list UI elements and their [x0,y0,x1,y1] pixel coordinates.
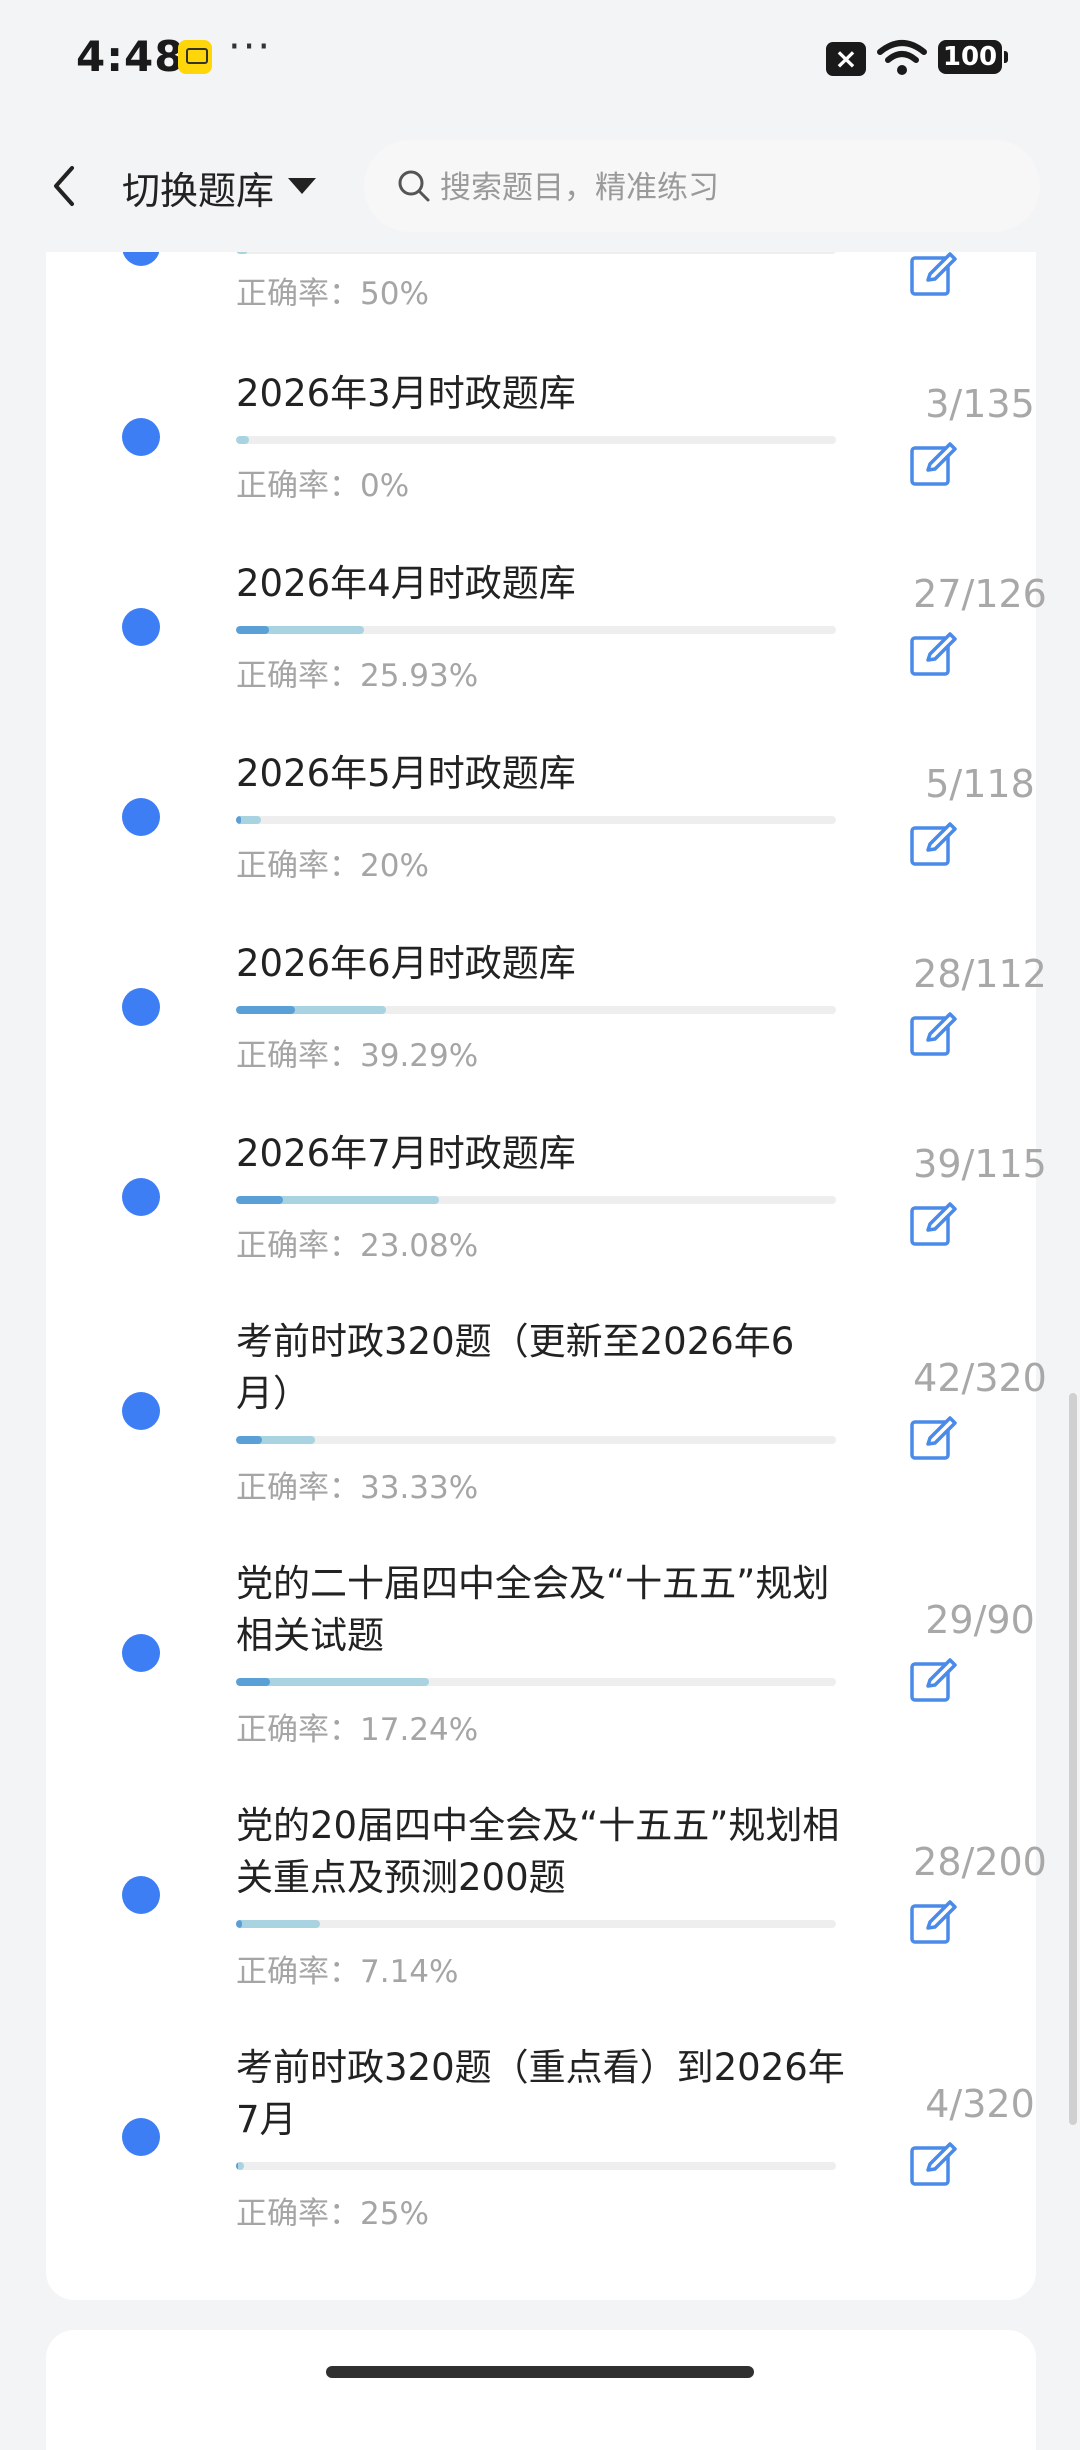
bullet-dot [122,418,160,456]
bullet-dot [122,988,160,1026]
progress-track [236,816,836,824]
bullet-dot [122,1392,160,1430]
edit-icon[interactable] [908,820,958,870]
bullet-dot [122,1178,160,1216]
progress-count: 28/112 [913,952,1047,996]
edit-icon[interactable] [908,1200,958,1250]
edit-icon[interactable] [908,1010,958,1060]
accuracy-text: 正确率：17.24% [236,1712,479,1748]
progress-count: 3/135 [925,382,1035,426]
edit-icon[interactable] [908,1656,958,1706]
bank-name: 2026年3月时政题库 [236,372,576,415]
switch-bank-title[interactable]: 切换题库 [122,160,274,215]
accuracy-text: 正确率：25.93% [236,658,479,694]
search-icon [398,170,430,202]
progress-count: 42/320 [913,1356,1047,1400]
correct-fill [236,1920,242,1928]
caret-down-icon[interactable] [288,178,316,194]
accuracy-text: 正确率：33.33% [236,1470,479,1506]
edit-icon[interactable] [908,2140,958,2190]
bank-name: 考前时政320题（重点看）到2026年7月 [236,2046,845,2141]
bank-name: 2026年5月时政题库 [236,752,576,795]
progress-track [236,626,836,634]
battery-icon: 100 [938,40,1008,74]
accuracy-text: 正确率：25% [236,2196,429,2232]
edit-icon[interactable] [908,1414,958,1464]
edit-icon[interactable] [908,440,958,490]
progress-track [236,2162,836,2170]
accuracy-text: 正确率：39.29% [236,1038,479,1074]
accuracy-text: 正确率：0% [236,468,410,504]
accuracy-text: 正确率：20% [236,848,429,884]
bank-name: 2026年7月时政题库 [236,1132,576,1175]
search-placeholder: 搜索题目，精准练习 [440,170,719,206]
progress-count: 27/126 [913,572,1047,616]
progress-fill [236,1920,320,1928]
accuracy-text: 正确率：7.14% [236,1954,459,1990]
bullet-dot [122,1876,160,1914]
bank-name: 党的二十届四中全会及“十五五”规划相关试题 [236,1562,830,1657]
progress-track [236,1006,836,1014]
scrollbar[interactable] [1069,1393,1077,2125]
question-bank-card [46,160,1036,2300]
search-bar[interactable]: 搜索题目，精准练习 [364,140,1040,232]
correct-fill [236,816,242,824]
status-time: 4:48 [76,32,185,81]
progress-track [236,1436,836,1444]
accuracy-text: 正确率：50% [236,276,429,312]
bank-name: 党的20届四中全会及“十五五”规划相关重点及预测200题 [236,1804,840,1899]
correct-fill [236,2162,238,2170]
edit-icon[interactable] [908,630,958,680]
back-arrow-icon[interactable] [40,156,88,216]
bank-name: 2026年4月时政题库 [236,562,576,605]
wifi-icon [877,40,927,75]
progress-track [236,436,836,444]
bullet-dot [122,2118,160,2156]
progress-count: 39/115 [913,1142,1047,1186]
home-indicator[interactable] [326,2366,754,2378]
correct-fill [236,1006,295,1014]
correct-fill [236,1436,263,1444]
progress-count: 29/90 [925,1598,1035,1642]
progress-count: 28/200 [913,1840,1047,1884]
edit-icon[interactable] [908,1898,958,1948]
progress-track [236,1196,836,1204]
bullet-dot [122,608,160,646]
progress-track [236,1678,836,1686]
progress-count: 5/118 [925,762,1035,806]
top-bar: 切换题库 搜索题目，精准练习 [0,120,1080,252]
no-sim-icon: × [826,42,866,76]
edit-icon[interactable] [908,250,958,300]
progress-count: 4/320 [925,2082,1035,2126]
bank-name: 考前时政320题（更新至2026年6月） [236,1320,795,1415]
bank-name: 2026年6月时政题库 [236,942,576,985]
next-card [46,2330,1036,2450]
progress-track [236,1920,836,1928]
correct-fill [236,1196,283,1204]
correct-fill [236,626,270,634]
accuracy-text: 正确率：23.08% [236,1228,479,1264]
progress-fill [236,436,250,444]
bullet-dot [122,798,160,836]
more-notifications-icon: ··· [228,24,273,70]
app-notification-icon [178,40,212,74]
bullet-dot [122,1634,160,1672]
status-bar: 4:48 ··· × 100 [0,0,1080,120]
correct-fill [236,1678,270,1686]
